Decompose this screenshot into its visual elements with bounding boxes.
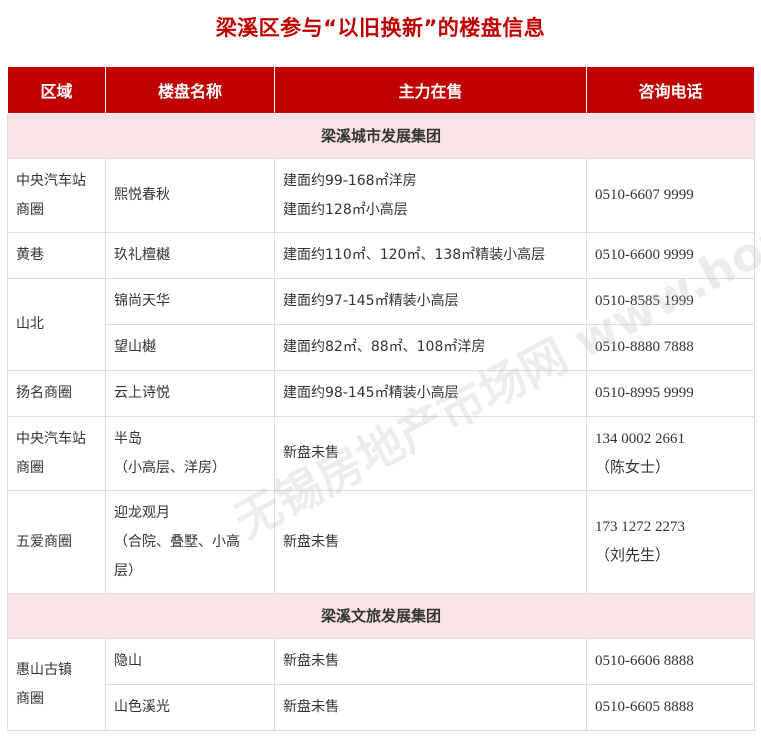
property-name-cell: 锦尚天华 bbox=[105, 278, 275, 325]
product-cell: 新盘未售 bbox=[274, 490, 587, 594]
product-cell: 建面约82㎡、88㎡、108㎡洋房 bbox=[274, 324, 587, 371]
region-cell: 黄巷 bbox=[7, 232, 106, 279]
region-cell: 中央汽车站 商圈 bbox=[7, 158, 106, 233]
phone-cell: 0510-8995 9999 bbox=[586, 370, 755, 417]
table-row: 山色溪光 新盘未售 0510-6605 8888 bbox=[8, 684, 755, 731]
property-name-cell: 迎龙观月 （合院、叠墅、小高 层） bbox=[105, 490, 275, 594]
product-cell: 建面约98-145㎡精装小高层 bbox=[274, 370, 587, 417]
table-row: 黄巷 玖礼檀樾 建面约110㎡、120㎡、138㎡精装小高层 0510-6600… bbox=[7, 232, 755, 279]
group-title: 梁溪城市发展集团 bbox=[7, 113, 755, 159]
table-row: 中央汽车站 商圈 半岛 （小高层、洋房） 新盘未售 134 0002 2661 （陈女… bbox=[7, 416, 755, 491]
table-row: 中央汽车站 商圈 熙悦春秋 建面约99-168㎡洋房 建面约128㎡小高层 0510… bbox=[7, 158, 755, 233]
product-cell: 新盘未售 bbox=[274, 638, 587, 685]
group-title: 梁溪文旅发展集团 bbox=[7, 593, 755, 639]
phone-cell: 0510-6605 8888 bbox=[586, 684, 755, 731]
table-header-row: 区域 楼盘名称 主力在售 咨询电话 bbox=[7, 67, 755, 114]
table-row: 五爱商圈 迎龙观月 （合院、叠墅、小高 层） 新盘未售 173 1272 2273 （… bbox=[7, 490, 755, 594]
product-cell: 新盘未售 bbox=[274, 416, 587, 491]
region-cell: 中央汽车站 商圈 bbox=[7, 416, 106, 491]
property-name-cell: 玖礼檀樾 bbox=[105, 232, 275, 279]
table-row: 山北 锦尚天华 建面约97-145㎡精装小高层 0510-8585 1999 bbox=[7, 278, 755, 371]
phone-cell: 173 1272 2273 （刘先生） bbox=[586, 490, 755, 594]
header-phone: 咨询电话 bbox=[586, 67, 755, 114]
phone-cell: 0510-6606 8888 bbox=[586, 638, 755, 685]
phone-cell: 0510-8585 1999 bbox=[586, 278, 755, 325]
group-header-row: 梁溪文旅发展集团 bbox=[7, 593, 755, 639]
phone-cell: 0510-6607 9999 bbox=[586, 158, 755, 233]
header-name: 楼盘名称 bbox=[105, 67, 275, 114]
property-name-cell: 望山樾 bbox=[105, 324, 275, 371]
property-table: 区域 楼盘名称 主力在售 咨询电话 梁溪城市发展集团 中央汽车站 商圈 熙悦春秋 … bbox=[7, 67, 755, 731]
region-cell: 惠山古镇 商圈 bbox=[7, 638, 106, 731]
region-cell: 五爱商圈 bbox=[7, 490, 106, 594]
header-product: 主力在售 bbox=[274, 67, 587, 114]
property-name-cell: 云上诗悦 bbox=[105, 370, 275, 417]
table-row: 扬名商圈 云上诗悦 建面约98-145㎡精装小高层 0510-8995 9999 bbox=[7, 370, 755, 417]
group-header-row: 梁溪城市发展集团 bbox=[7, 113, 755, 159]
header-region: 区域 bbox=[7, 67, 106, 114]
region-cell: 扬名商圈 bbox=[7, 370, 106, 417]
phone-cell: 0510-8880 7888 bbox=[586, 324, 755, 371]
property-name-cell: 半岛 （小高层、洋房） bbox=[105, 416, 275, 491]
phone-cell: 134 0002 2661 （陈女士） bbox=[586, 416, 755, 491]
product-cell: 建面约110㎡、120㎡、138㎡精装小高层 bbox=[274, 232, 587, 279]
product-cell: 新盘未售 bbox=[274, 684, 587, 731]
product-cell: 建面约99-168㎡洋房 建面约128㎡小高层 bbox=[274, 158, 587, 233]
property-name-cell: 隐山 bbox=[105, 638, 275, 685]
page-title: 梁溪区参与“以旧换新”的楼盘信息 bbox=[215, 16, 546, 40]
property-name-cell: 山色溪光 bbox=[105, 684, 275, 731]
table-row: 望山樾 建面约82㎡、88㎡、108㎡洋房 0510-8880 7888 bbox=[8, 324, 755, 371]
phone-cell: 0510-6600 9999 bbox=[586, 232, 755, 279]
region-cell: 山北 bbox=[7, 278, 106, 371]
product-cell: 建面约97-145㎡精装小高层 bbox=[274, 278, 587, 325]
property-name-cell: 熙悦春秋 bbox=[105, 158, 275, 233]
table-row: 惠山古镇 商圈 隐山 新盘未售 0510-6606 8888 bbox=[7, 638, 755, 731]
